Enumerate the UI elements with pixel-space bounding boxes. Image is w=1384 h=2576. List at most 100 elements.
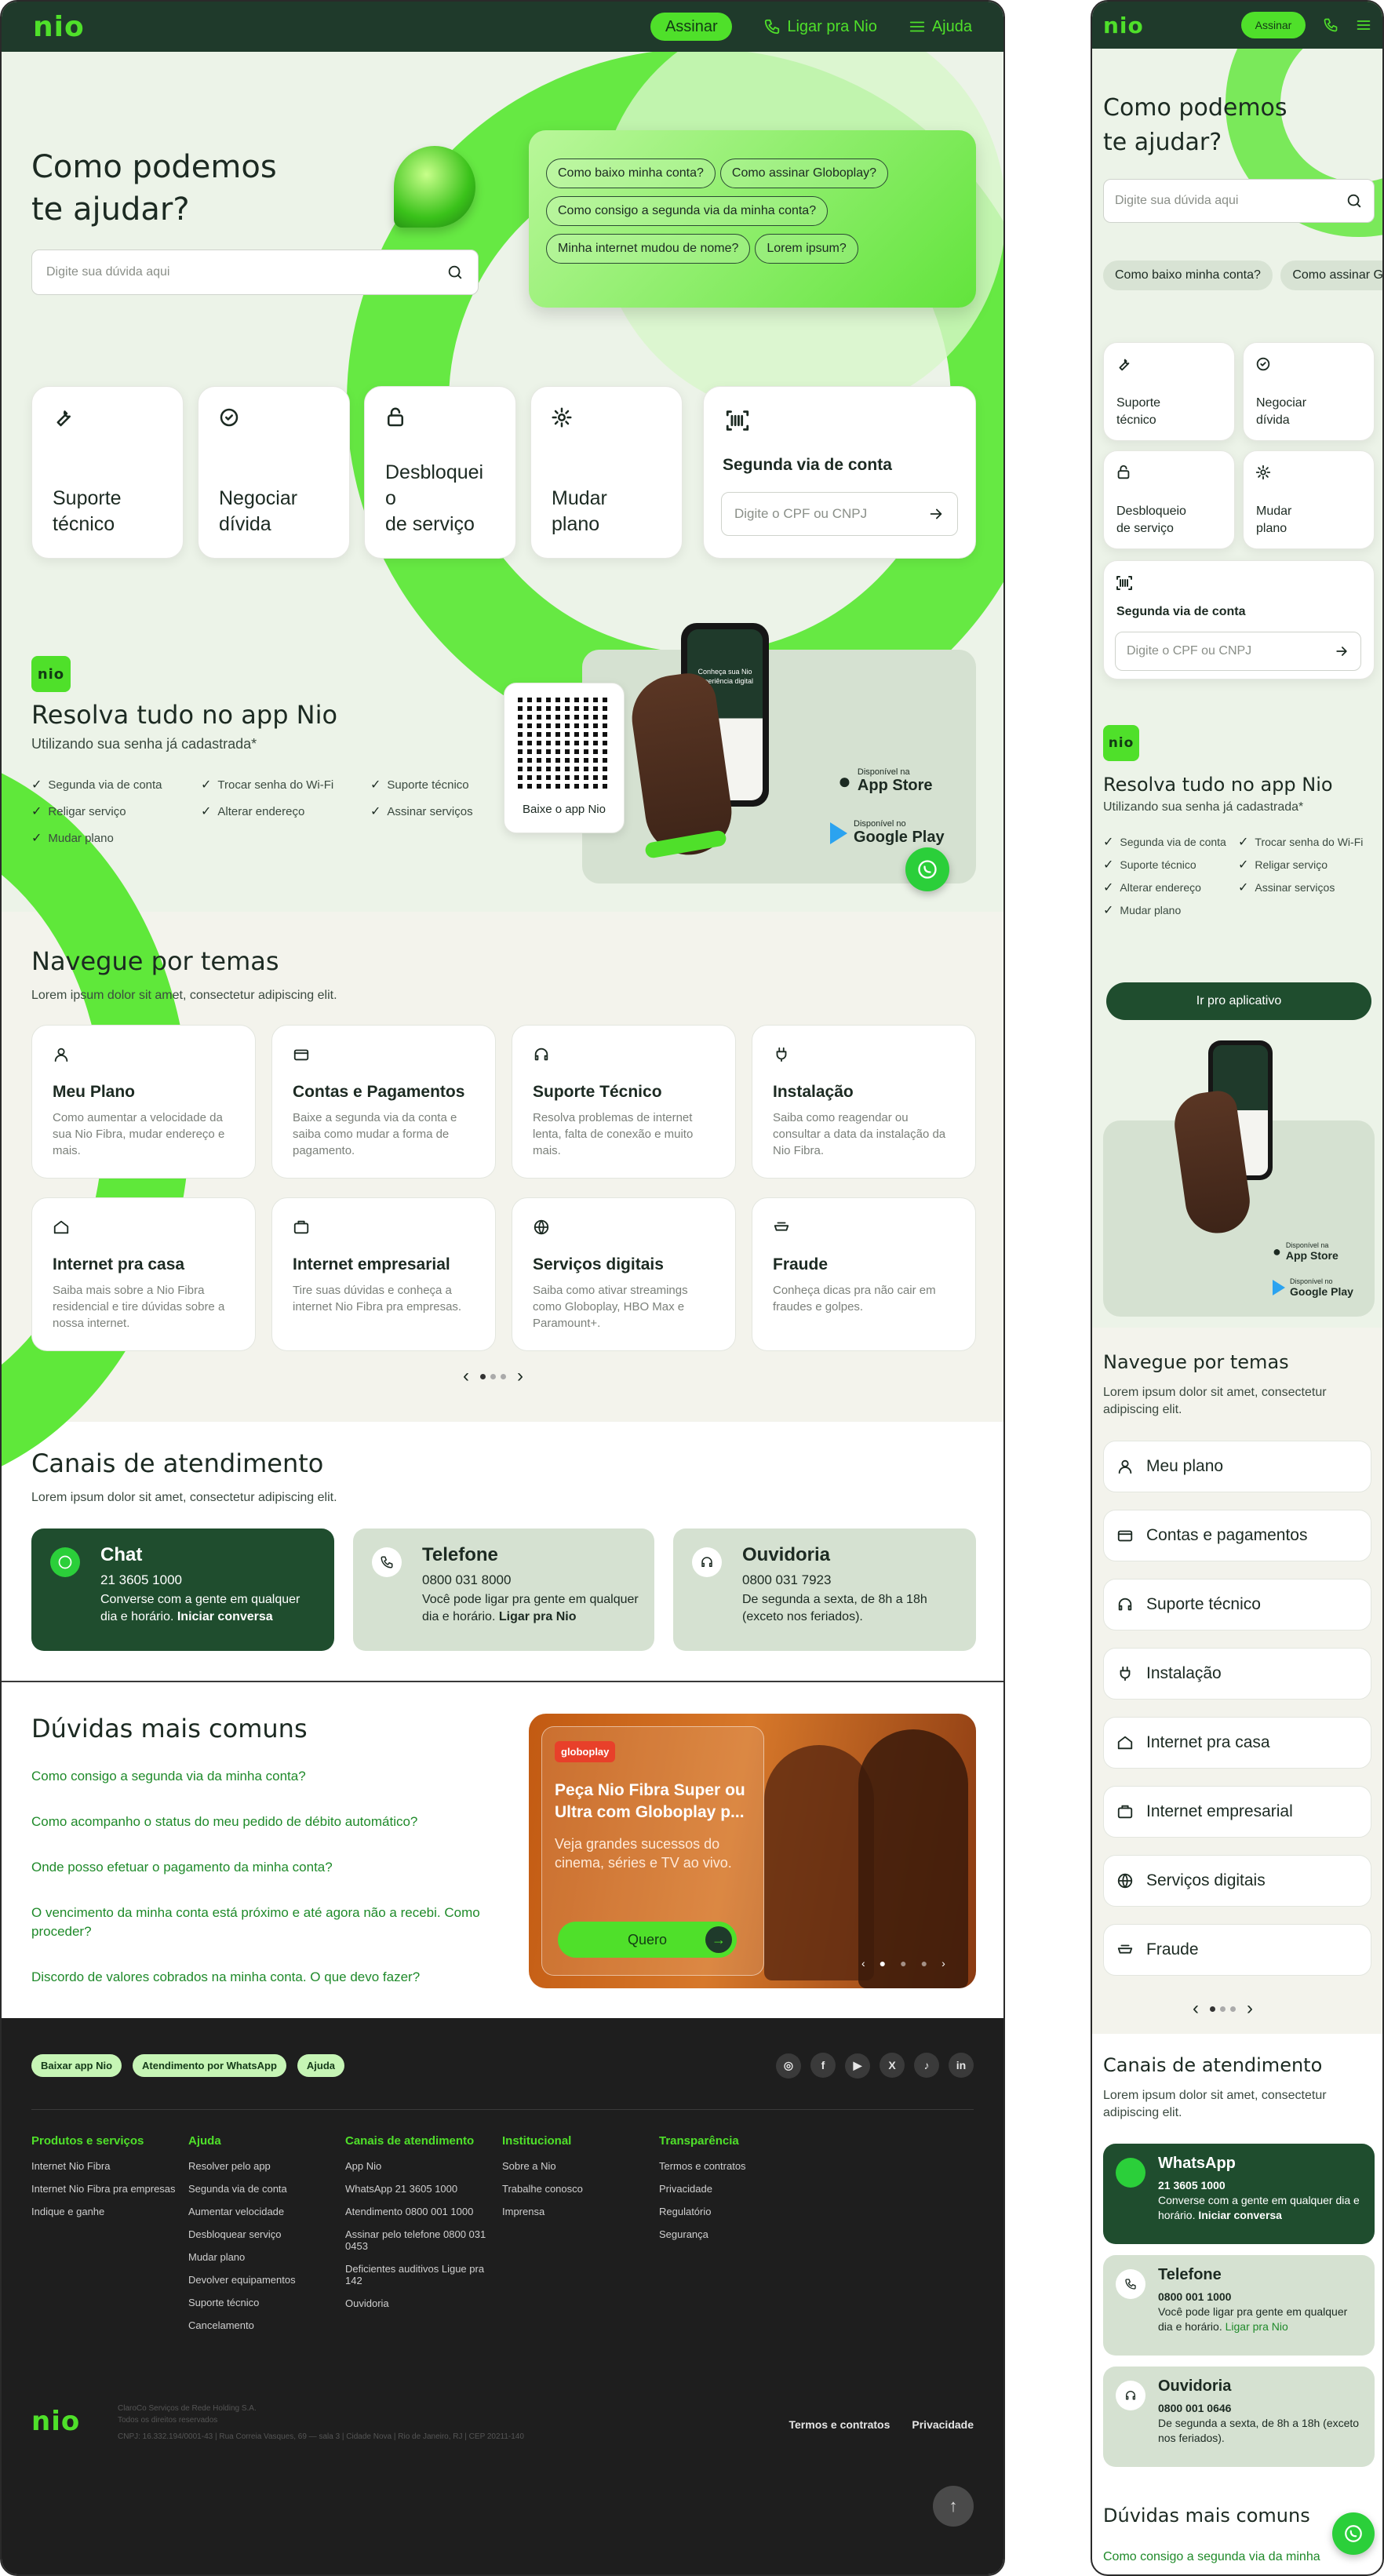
footer-chip[interactable]: Atendimento por WhatsApp bbox=[133, 2054, 286, 2077]
page-dot-active[interactable]: ● bbox=[880, 1957, 886, 1969]
footer-link[interactable]: Mudar plano bbox=[188, 2251, 345, 2263]
mobile-topic-row[interactable]: Meu plano bbox=[1103, 1441, 1371, 1492]
chevron-right-icon[interactable]: › bbox=[1247, 1998, 1253, 2020]
footer-chip[interactable]: Baixar app Nio bbox=[31, 2054, 122, 2077]
instagram-icon[interactable]: ◎ bbox=[776, 2053, 801, 2079]
chevron-left-icon[interactable]: ‹ bbox=[1193, 1998, 1199, 2020]
mobile-whatsapp-float-button[interactable] bbox=[1332, 2512, 1375, 2555]
mobile-subscribe-button[interactable]: Assinar bbox=[1241, 12, 1306, 38]
search-icon[interactable] bbox=[1346, 192, 1363, 210]
arrow-right-icon[interactable] bbox=[1334, 643, 1349, 659]
page-dot[interactable] bbox=[490, 1373, 496, 1379]
footer-link[interactable]: Cancelamento bbox=[188, 2319, 345, 2331]
footer-link[interactable]: Trabalhe conosco bbox=[502, 2183, 659, 2195]
mobile-faq-item[interactable]: Como consigo a segunda via da minha bbox=[1103, 2550, 1320, 2564]
suggestion-chip[interactable]: Como assinar Globoplay? bbox=[1280, 261, 1382, 290]
mobile-topic-row[interactable]: Suporte técnico bbox=[1103, 1579, 1371, 1630]
mobile-chat-channel-card[interactable]: WhatsApp 21 3605 1000 Converse com a gen… bbox=[1103, 2144, 1375, 2244]
footer-link[interactable]: App Nio bbox=[345, 2160, 502, 2172]
page-dot-active[interactable] bbox=[480, 1373, 486, 1379]
footer-link[interactable]: Deficientes auditivos Ligue pra 142 bbox=[345, 2263, 502, 2286]
footer-link[interactable]: Internet Nio Fibra bbox=[31, 2160, 188, 2172]
suggestion-chip[interactable]: Como assinar Globoplay? bbox=[719, 158, 888, 188]
footer-link[interactable]: Regulatório bbox=[659, 2206, 816, 2217]
linkedin-icon[interactable]: in bbox=[949, 2053, 974, 2078]
chevron-left-icon[interactable]: ‹ bbox=[861, 1957, 865, 1969]
footer-link[interactable]: Imprensa bbox=[502, 2206, 659, 2217]
page-dot[interactable]: ● bbox=[921, 1957, 927, 1969]
footer-link[interactable]: Aumentar velocidade bbox=[188, 2206, 345, 2217]
topic-card[interactable]: Serviços digitais Saiba como ativar strea… bbox=[512, 1197, 736, 1351]
topic-card[interactable]: Contas e Pagamentos Baixe a segunda via d… bbox=[271, 1025, 496, 1179]
search-icon[interactable] bbox=[446, 264, 464, 281]
page-dot[interactable] bbox=[1230, 2006, 1236, 2012]
quick-card[interactable]: Negociar dívida bbox=[198, 386, 350, 559]
open-app-button[interactable]: Ir pro aplicativo bbox=[1106, 982, 1371, 1020]
footer-link[interactable]: Internet Nio Fibra pra empresas bbox=[31, 2183, 188, 2195]
mobile-topic-row[interactable]: Internet pra casa bbox=[1103, 1717, 1371, 1769]
footer-link[interactable]: Ouvidoria bbox=[345, 2297, 502, 2309]
quick-card[interactable]: Suporte técnico bbox=[31, 386, 184, 559]
google-play-button[interactable]: Disponível no Google Play bbox=[830, 819, 945, 847]
page-dot-active[interactable] bbox=[1210, 2006, 1215, 2012]
quick-card[interactable]: Mudar plano bbox=[530, 386, 683, 559]
terms-link[interactable]: Termos e contratos bbox=[789, 2418, 890, 2431]
topic-card[interactable]: Instalação Saiba como reagendar ou consul… bbox=[752, 1025, 976, 1179]
mobile-topic-row[interactable]: Serviços digitais bbox=[1103, 1855, 1371, 1907]
mobile-chat-link[interactable]: Iniciar conversa bbox=[1198, 2209, 1282, 2221]
footer-link[interactable]: Indique e ganhe bbox=[31, 2206, 188, 2217]
tiktok-icon[interactable]: ♪ bbox=[914, 2053, 939, 2078]
suggestion-chip[interactable]: Lorem ipsum? bbox=[755, 234, 858, 264]
qr-code-icon[interactable] bbox=[518, 694, 612, 789]
topic-card[interactable]: Internet pra casa Saiba mais sobre a Nio … bbox=[31, 1197, 256, 1351]
arrow-right-icon[interactable] bbox=[927, 505, 945, 523]
chat-link[interactable]: Iniciar conversa bbox=[177, 1610, 273, 1623]
mobile-nio-logo[interactable]: nio bbox=[1103, 13, 1144, 38]
footer-link[interactable]: Sobre a Nio bbox=[502, 2160, 659, 2172]
mobile-quick-card[interactable]: Mudar plano bbox=[1243, 450, 1375, 549]
faq-item[interactable]: O vencimento da minha conta está próximo… bbox=[31, 1904, 494, 1941]
footer-nio-logo[interactable]: nio bbox=[31, 2406, 80, 2437]
faq-item[interactable]: Discordo de valores cobrados na minha co… bbox=[31, 1968, 494, 1987]
footer-link[interactable]: Atendimento 0800 001 1000 bbox=[345, 2206, 502, 2217]
footer-link[interactable]: Resolver pelo app bbox=[188, 2160, 345, 2172]
faq-item[interactable]: Onde posso efetuar o pagamento da minha … bbox=[31, 1858, 494, 1877]
mobile-topic-row[interactable]: Contas e pagamentos bbox=[1103, 1510, 1371, 1561]
footer-link[interactable]: Desbloquear serviço bbox=[188, 2228, 345, 2240]
privacy-link[interactable]: Privacidade bbox=[912, 2418, 974, 2431]
mobile-topic-row[interactable]: Fraude bbox=[1103, 1924, 1371, 1976]
menu-icon[interactable] bbox=[1356, 17, 1371, 33]
cpf-input[interactable]: Digite o CPF ou CNPJ bbox=[721, 492, 958, 536]
faq-item[interactable]: Como consigo a segunda via da minha cont… bbox=[31, 1767, 494, 1786]
mobile-ombudsman-channel-card[interactable]: Ouvidoria 0800 001 0646 De segunda a sex… bbox=[1103, 2366, 1375, 2467]
chevron-left-icon[interactable]: ‹ bbox=[463, 1365, 469, 1387]
suggestion-chip[interactable]: Como baixo minha conta? bbox=[1103, 261, 1273, 290]
topic-card[interactable]: Fraude Conheça dicas pra não cair em frau… bbox=[752, 1197, 976, 1351]
mobile-phone-channel-card[interactable]: Telefone 0800 001 1000 Você pode ligar p… bbox=[1103, 2255, 1375, 2356]
mobile-quick-card[interactable]: Desbloqueio de serviço bbox=[1103, 450, 1235, 549]
footer-link[interactable]: Segunda via de conta bbox=[188, 2183, 345, 2195]
ombudsman-channel-card[interactable]: Ouvidoria 0800 031 7923 De segunda a sex… bbox=[673, 1528, 976, 1651]
suggestion-chip[interactable]: Como consigo a segunda via da minha cont… bbox=[546, 196, 829, 226]
app-store-button[interactable]: ● Disponível na App Store bbox=[838, 767, 932, 795]
nio-logo[interactable]: nio bbox=[33, 11, 85, 43]
quick-card[interactable]: Desbloquei o de serviço bbox=[364, 386, 516, 559]
mobile-google-play-button[interactable]: Disponível no Google Play bbox=[1273, 1277, 1353, 1298]
footer-link[interactable]: Segurança bbox=[659, 2228, 816, 2240]
phone-link[interactable]: Ligar pra Nio bbox=[499, 1610, 577, 1623]
chevron-right-icon[interactable]: › bbox=[941, 1957, 945, 1969]
page-dot[interactable] bbox=[1220, 2006, 1226, 2012]
mobile-app-store-button[interactable]: ● Disponível na App Store bbox=[1273, 1241, 1338, 1262]
suggestion-chip[interactable]: Minha internet mudou de nome? bbox=[546, 234, 751, 264]
page-dot[interactable] bbox=[501, 1373, 506, 1379]
topic-card[interactable]: Meu Plano Como aumentar a velocidade da s… bbox=[31, 1025, 256, 1179]
call-link[interactable]: Ligar pra Nio bbox=[763, 18, 877, 36]
footer-chip[interactable]: Ajuda bbox=[297, 2054, 345, 2077]
mobile-topic-row[interactable]: Instalação bbox=[1103, 1648, 1371, 1700]
mobile-quick-card[interactable]: Suporte técnico bbox=[1103, 342, 1235, 441]
hero-search-input[interactable]: Digite sua dúvida aqui bbox=[31, 250, 479, 295]
footer-link[interactable]: Suporte técnico bbox=[188, 2297, 345, 2308]
mobile-topic-row[interactable]: Internet empresarial bbox=[1103, 1786, 1371, 1838]
footer-link[interactable]: Devolver equipamentos bbox=[188, 2274, 345, 2286]
mobile-quick-card[interactable]: Negociar dívida bbox=[1243, 342, 1375, 441]
